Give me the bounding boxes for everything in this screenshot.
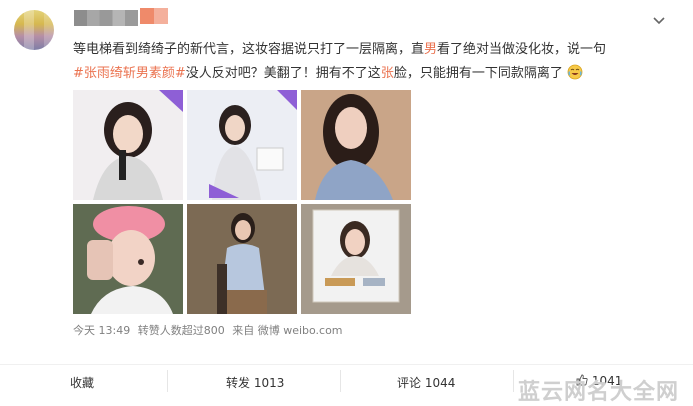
post-photo-6[interactable] bbox=[301, 204, 411, 314]
post-highlight: 张 bbox=[380, 66, 394, 81]
post-line-1: 等电梯看到绮绮子的新代言，这妆容据说只打了一层隔离，直男看了绝对当做没化妆，说一… bbox=[73, 38, 673, 62]
repost-label: 转发 1013 bbox=[226, 376, 285, 390]
watermark: 蓝云网名大全网 bbox=[517, 380, 679, 405]
chevron-down-icon[interactable] bbox=[651, 12, 667, 28]
comment-label: 评论 1044 bbox=[397, 376, 456, 390]
post-photo-3[interactable] bbox=[301, 90, 411, 200]
favorite-label: 收藏 bbox=[70, 376, 95, 390]
post-source[interactable]: 来自 微博 weibo.com bbox=[232, 324, 342, 337]
photo-grid bbox=[73, 90, 411, 314]
action-separator bbox=[167, 370, 168, 392]
post-text-segment: 脸，只能拥有一下同款隔离了 bbox=[393, 66, 563, 81]
favorite-button[interactable]: 收藏 bbox=[70, 374, 94, 391]
laugh-cry-emoji-icon bbox=[567, 64, 583, 80]
comment-button[interactable]: 评论 1044 bbox=[397, 374, 455, 391]
post-photo-1[interactable] bbox=[73, 90, 183, 200]
post-text-segment: 看了绝对当做没化妆，说一句 bbox=[437, 42, 607, 57]
hashtag-link[interactable]: #张雨绮斩男素颜# bbox=[73, 66, 186, 81]
post-line-2: #张雨绮斩男素颜#没人反对吧？美翻了！拥有不了这张脸，只能拥有一下同款隔离了 bbox=[73, 62, 673, 86]
post-photo-4[interactable] bbox=[73, 204, 183, 314]
post-text: 等电梯看到绮绮子的新代言，这妆容据说只打了一层隔离，直男看了绝对当做没化妆，说一… bbox=[73, 38, 673, 86]
action-separator bbox=[340, 370, 341, 392]
post-photo-2[interactable] bbox=[187, 90, 297, 200]
post-photo-5[interactable] bbox=[187, 204, 297, 314]
action-separator bbox=[513, 370, 514, 392]
post-meta: 今天 13:49 转赞人数超过800 来自 微博 weibo.com bbox=[73, 322, 347, 338]
post-time[interactable]: 今天 13:49 bbox=[73, 324, 130, 337]
reposts-note: 转赞人数超过800 bbox=[137, 324, 225, 337]
avatar[interactable] bbox=[14, 10, 54, 50]
action-bar-divider bbox=[0, 364, 693, 365]
username-blurred[interactable] bbox=[74, 10, 138, 26]
post-text-segment: 没人反对吧？美翻了！拥有不了这 bbox=[185, 66, 381, 81]
repost-button[interactable]: 转发 1013 bbox=[226, 374, 284, 391]
user-badge-blurred bbox=[140, 8, 168, 24]
post-text-segment: 等电梯看到绮绮子的新代言，这妆容据说只打了一层隔离，直 bbox=[73, 42, 425, 57]
post-highlight: 男 bbox=[424, 42, 438, 57]
